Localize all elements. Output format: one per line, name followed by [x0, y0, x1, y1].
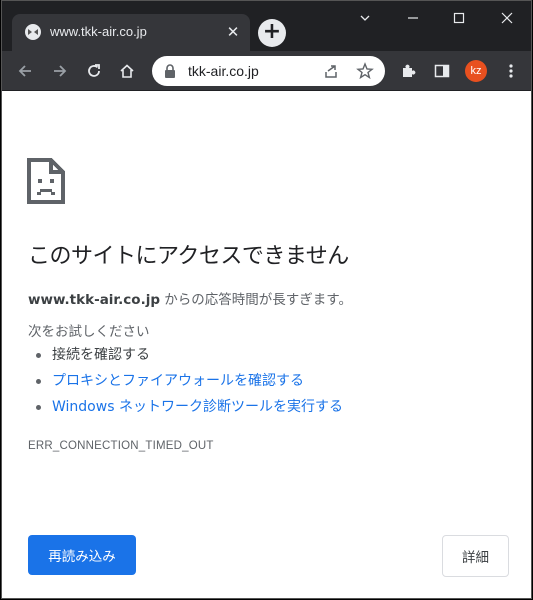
puzzle-icon[interactable]	[396, 58, 422, 84]
suggestion-check-connection: 接続を確認する	[52, 347, 150, 363]
browser-window: www.tkk-air.co.jp ✕ + tkk-air.co.jp kz こ…	[1, 0, 532, 599]
suggestion-item: Windows ネットワーク診断ツールを実行する	[36, 397, 343, 423]
details-button[interactable]: 詳細	[442, 535, 509, 577]
tab-search-icon[interactable]	[342, 7, 388, 29]
reload-icon[interactable]	[81, 58, 107, 84]
new-tab-button[interactable]: +	[258, 19, 286, 47]
suggestions-list: 接続を確認する プロキシとファイアウォールを確認する Windows ネットワー…	[36, 345, 343, 423]
avatar[interactable]: kz	[465, 60, 487, 82]
star-icon[interactable]	[356, 62, 374, 80]
error-host: www.tkk-air.co.jp	[28, 292, 160, 308]
maximize-icon[interactable]	[436, 7, 482, 29]
tab-strip: www.tkk-air.co.jp ✕ +	[2, 1, 531, 51]
error-message: www.tkk-air.co.jp からの応答時間が長すぎます。	[28, 288, 352, 308]
lock-icon[interactable]	[163, 63, 177, 79]
toolbar: tkk-air.co.jp kz	[2, 51, 531, 91]
minimize-icon[interactable]	[390, 7, 436, 29]
suggestions-title: 次をお試しください	[28, 324, 150, 340]
close-window-icon[interactable]	[484, 7, 530, 29]
favicon-icon	[25, 24, 41, 40]
error-message-text: からの応答時間が長すぎます。	[160, 292, 352, 308]
forward-arrow-icon[interactable]	[47, 58, 73, 84]
kebab-menu-icon[interactable]	[498, 58, 524, 84]
suggestion-item: 接続を確認する	[36, 345, 343, 371]
address-bar[interactable]: tkk-air.co.jp	[152, 56, 385, 86]
back-arrow-icon[interactable]	[12, 58, 38, 84]
home-icon[interactable]	[114, 58, 140, 84]
suggestion-link-proxy-firewall[interactable]: プロキシとファイアウォールを確認する	[52, 373, 304, 389]
sad-document-icon	[27, 158, 65, 204]
share-icon[interactable]	[322, 62, 340, 80]
error-heading: このサイトにアクセスできません	[28, 244, 349, 269]
tab-close-icon[interactable]: ✕	[224, 23, 242, 41]
url-text[interactable]: tkk-air.co.jp	[188, 63, 259, 79]
tab-title: www.tkk-air.co.jp	[50, 24, 147, 39]
side-panel-icon[interactable]	[429, 58, 455, 84]
error-page: このサイトにアクセスできません www.tkk-air.co.jp からの応答時…	[2, 92, 531, 598]
suggestion-link-network-diagnostics[interactable]: Windows ネットワーク診断ツールを実行する	[52, 399, 343, 415]
reload-button[interactable]: 再読み込み	[28, 535, 136, 575]
error-code: ERR_CONNECTION_TIMED_OUT	[28, 440, 214, 452]
suggestion-item: プロキシとファイアウォールを確認する	[36, 371, 343, 397]
active-tab[interactable]: www.tkk-air.co.jp ✕	[12, 14, 250, 51]
